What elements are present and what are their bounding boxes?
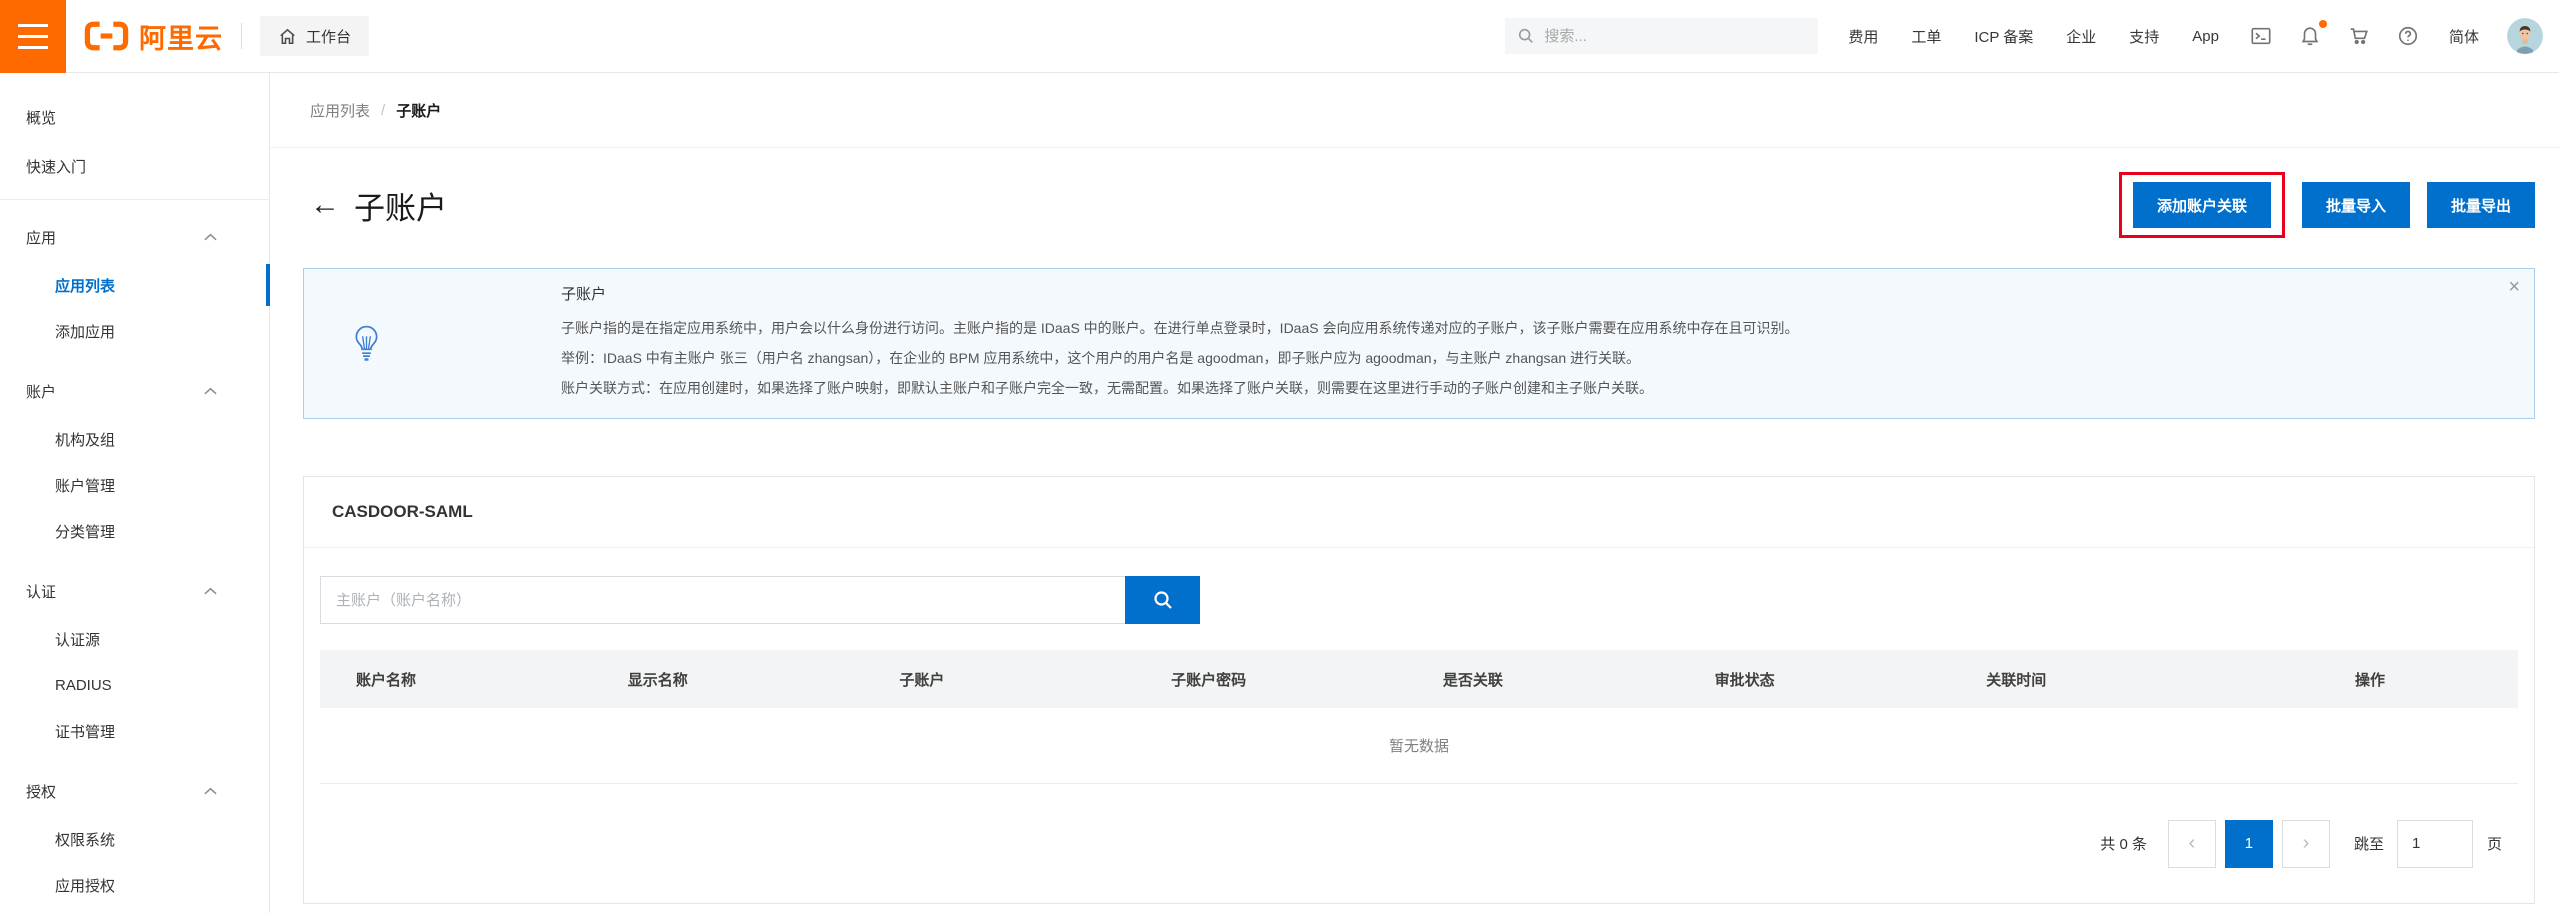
cart-icon[interactable]	[2348, 25, 2370, 47]
page-number-current[interactable]: 1	[2225, 820, 2273, 868]
home-icon	[278, 27, 297, 46]
menu-item-app[interactable]: App	[2192, 28, 2219, 45]
page-unit-label: 页	[2487, 833, 2502, 854]
sidebar-section-authorization[interactable]: 授权	[0, 766, 269, 816]
breadcrumb-separator: /	[381, 102, 385, 119]
col-sub-account-password: 子账户密码	[1135, 669, 1407, 690]
menu-item-fees[interactable]: 费用	[1848, 26, 1878, 47]
prev-page-button[interactable]: ‹	[2168, 820, 2216, 868]
sidebar-item-app-list[interactable]: 应用列表	[0, 262, 269, 308]
chevron-up-icon	[204, 233, 217, 241]
jump-to-page-input[interactable]	[2397, 820, 2473, 868]
notification-dot	[2319, 20, 2327, 28]
sidebar-item-org-group[interactable]: 机构及组	[0, 416, 269, 462]
total-count: 共 0 条	[2100, 833, 2147, 854]
info-box-title: 子账户	[561, 284, 2494, 306]
sub-account-card: CASDOOR-SAML 账户名称 显示名称 子账户 子账户密码 是否关联	[303, 476, 2535, 904]
workbench-button[interactable]: 工作台	[260, 16, 369, 56]
next-page-button[interactable]: ›	[2282, 820, 2330, 868]
topbar-divider	[241, 23, 242, 49]
annotation-highlight-box: 添加账户关联	[2119, 172, 2285, 238]
terminal-icon[interactable]	[2250, 25, 2272, 47]
close-icon[interactable]: ×	[2508, 277, 2520, 297]
aliyun-logo-icon	[84, 21, 129, 51]
topbar: 阿里云 工作台 费用 工单 ICP 备案 企业 支持 App	[0, 0, 2559, 73]
language-switcher[interactable]: 简体	[2449, 26, 2479, 47]
sidebar-item-overview[interactable]: 概览	[0, 93, 269, 142]
sidebar-item-account-mgmt[interactable]: 账户管理	[0, 462, 269, 508]
topbar-icons	[2250, 25, 2419, 47]
info-box-line-3: 账户关联方式：在应用创建时，如果选择了账户映射，即默认主账户和子账户完全一致，无…	[561, 373, 2494, 403]
col-sub-account: 子账户	[863, 669, 1135, 690]
sidebar-item-auth-source[interactable]: 认证源	[0, 616, 269, 662]
col-account-name: 账户名称	[320, 669, 592, 690]
hamburger-menu-button[interactable]	[0, 0, 66, 73]
info-box-line-2: 举例：IDaaS 中有主账户 张三（用户名 zhangsan），在企业的 BPM…	[561, 343, 2494, 373]
sidebar-item-permission-system[interactable]: 权限系统	[0, 816, 269, 862]
pagination: 共 0 条 ‹ 1 › 跳至 页	[320, 784, 2518, 903]
brand-name: 阿里云	[139, 17, 223, 56]
batch-import-button[interactable]: 批量导入	[2302, 182, 2410, 228]
sidebar: 概览 快速入门 应用 应用列表 添加应用 账户 机构及组	[0, 73, 270, 913]
action-buttons: 添加账户关联 批量导入 批量导出	[2119, 172, 2535, 238]
chevron-up-icon	[204, 387, 217, 395]
user-avatar[interactable]	[2507, 18, 2543, 54]
sidebar-item-quickstart[interactable]: 快速入门	[0, 142, 269, 191]
sidebar-divider	[0, 199, 269, 200]
sidebar-item-category-mgmt[interactable]: 分类管理	[0, 508, 269, 554]
jump-to-label: 跳至	[2354, 833, 2384, 854]
col-operations: 操作	[2222, 669, 2518, 690]
add-account-link-button[interactable]: 添加账户关联	[2133, 182, 2271, 228]
info-box: 子账户 子账户指的是在指定应用系统中，用户会以什么身份进行访问。主账户指的是 I…	[303, 268, 2535, 419]
menu-item-icp[interactable]: ICP 备案	[1974, 26, 2033, 47]
active-indicator	[266, 264, 270, 306]
col-linked: 是否关联	[1407, 669, 1679, 690]
chevron-up-icon	[204, 787, 217, 795]
menu-item-enterprise[interactable]: 企业	[2066, 26, 2096, 47]
help-icon[interactable]	[2397, 25, 2419, 47]
col-link-time: 关联时间	[1950, 669, 2222, 690]
table-header-row: 账户名称 显示名称 子账户 子账户密码 是否关联 审批状态 关联时间 操作	[320, 650, 2518, 708]
menu-item-support[interactable]: 支持	[2129, 26, 2159, 47]
col-approval-status: 审批状态	[1679, 669, 1951, 690]
sidebar-section-application[interactable]: 应用	[0, 212, 269, 262]
lightbulb-icon	[352, 324, 381, 363]
topbar-menu: 费用 工单 ICP 备案 企业 支持 App	[1848, 26, 2219, 47]
sidebar-item-app-authorization[interactable]: 应用授权	[0, 862, 269, 908]
back-arrow-icon[interactable]: ←	[310, 190, 340, 220]
sidebar-item-cert-mgmt[interactable]: 证书管理	[0, 708, 269, 754]
sidebar-section-authentication[interactable]: 认证	[0, 566, 269, 616]
info-box-line-1: 子账户指的是在指定应用系统中，用户会以什么身份进行访问。主账户指的是 IDaaS…	[561, 313, 2494, 343]
chevron-up-icon	[204, 587, 217, 595]
page-title: 子账户	[354, 183, 447, 228]
sidebar-section-account[interactable]: 账户	[0, 366, 269, 416]
breadcrumb: 应用列表 / 子账户	[270, 73, 2559, 148]
col-display-name: 显示名称	[592, 669, 864, 690]
account-search-row	[320, 576, 2518, 624]
main-content: 应用列表 / 子账户 ← 子账户 添加账户关联 批量导入 批量导出	[270, 73, 2559, 913]
empty-state: 暂无数据	[320, 708, 2518, 784]
sidebar-item-radius[interactable]: RADIUS	[0, 662, 269, 708]
breadcrumb-app-list[interactable]: 应用列表	[310, 100, 370, 121]
breadcrumb-current: 子账户	[396, 100, 441, 121]
sidebar-item-add-app[interactable]: 添加应用	[0, 308, 269, 354]
search-icon	[1517, 27, 1535, 45]
aliyun-logo[interactable]: 阿里云	[84, 17, 223, 56]
search-button[interactable]	[1125, 576, 1200, 624]
bell-icon[interactable]	[2299, 25, 2321, 47]
batch-export-button[interactable]: 批量导出	[2427, 182, 2535, 228]
title-row: ← 子账户 添加账户关联 批量导入 批量导出	[270, 148, 2559, 238]
menu-item-tickets[interactable]: 工单	[1911, 26, 1941, 47]
primary-account-search-input[interactable]	[320, 576, 1125, 624]
workbench-label: 工作台	[306, 26, 351, 47]
topbar-search	[1505, 18, 1818, 54]
app-name-heading: CASDOOR-SAML	[304, 477, 2534, 548]
topbar-search-input[interactable]	[1544, 28, 1806, 45]
